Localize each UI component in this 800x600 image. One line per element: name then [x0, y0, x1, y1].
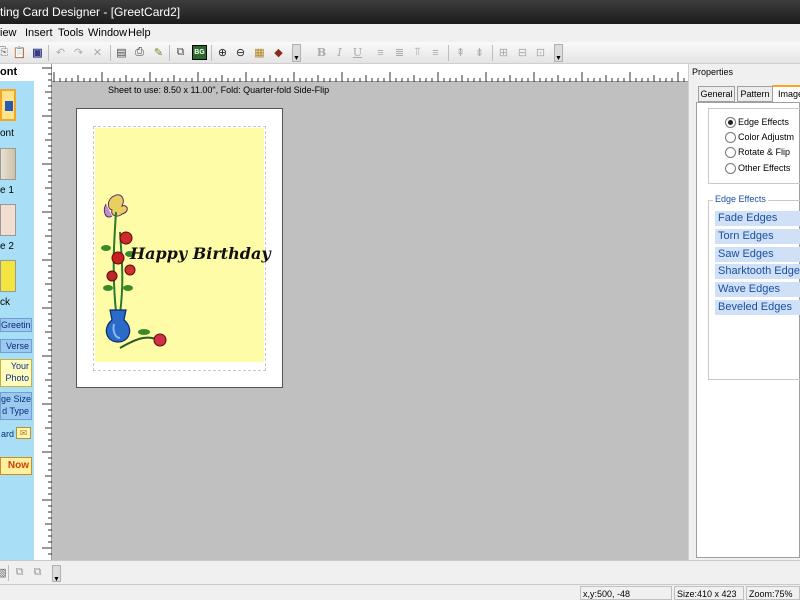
effect-torn-edges[interactable]: Torn Edges	[715, 229, 800, 244]
add-photo-line1: Your	[10, 361, 29, 371]
underline-icon[interactable]: U	[350, 45, 365, 60]
status-coordinates: x,y:500, -48	[580, 586, 672, 600]
menu-window[interactable]: Window	[88, 24, 127, 42]
page-thumb-back[interactable]	[0, 260, 16, 292]
envelope-icon: ✉	[16, 427, 31, 439]
window-title: ting Card Designer - [GreetCard2]	[0, 5, 181, 19]
status-size: Size:410 x 423	[674, 586, 744, 600]
toolbar-separator	[8, 565, 9, 581]
add-photo-line2: Photo	[5, 373, 29, 383]
add-photo-button[interactable]: Your Photo	[0, 359, 32, 387]
effect-sharktooth-edges[interactable]: Sharktooth Edges	[715, 264, 800, 279]
page-thumb-page2[interactable]	[0, 204, 16, 236]
page-thumb-front[interactable]	[0, 89, 16, 121]
page-label-page1: e 1	[0, 185, 14, 196]
toolbar-separator	[448, 45, 449, 61]
edge-effects-group-label: Edge Effects	[713, 194, 768, 204]
horizontal-ruler-ticks	[53, 72, 685, 82]
vertical-ruler-ticks	[42, 67, 52, 555]
main-toolbar: ⎘ 📋 ▣ ↶ ↷ ✕ ▤ ⎙ ✎ ⧉ BG ⊕ ⊖ ▦ ◆ ▼ B I U ≡…	[0, 42, 800, 64]
toolbar-overflow-button[interactable]: ▼	[292, 44, 301, 62]
tab-image[interactable]: Image	[772, 85, 800, 103]
paste-page-icon[interactable]: ⧉	[30, 565, 45, 580]
align-left-icon[interactable]: ≡	[373, 45, 388, 60]
menu-tools[interactable]: Tools	[58, 24, 84, 42]
menu-help[interactable]: Help	[128, 24, 151, 42]
page-label-page2: e 2	[0, 241, 14, 252]
add-greeting-button[interactable]: Greeting	[0, 318, 32, 332]
italic-icon[interactable]: I	[332, 45, 347, 60]
toolbar-overflow-button-2[interactable]: ▼	[554, 44, 563, 62]
print-now-button[interactable]: Now	[0, 457, 32, 475]
vertical-ruler	[34, 64, 52, 560]
flower-vase-image[interactable]	[100, 192, 172, 356]
delete-icon[interactable]: ✕	[90, 45, 105, 60]
toolbar-separator	[169, 45, 170, 61]
send-card-label: ard	[1, 429, 15, 439]
menu-insert[interactable]: Insert	[25, 24, 53, 42]
menu-bar: iew Insert Tools Window Help	[0, 24, 800, 42]
align-top-icon[interactable]: ⫪	[410, 45, 425, 60]
menu-view[interactable]: iew	[0, 24, 17, 42]
undo-icon[interactable]: ↶	[53, 45, 68, 60]
page-panel-header: ont	[0, 64, 34, 81]
status-zoom: Zoom:75%	[746, 586, 800, 600]
greeting-text[interactable]: Happy Birthday	[130, 244, 271, 263]
export-icon[interactable]: ⧉	[173, 45, 188, 60]
bottom-toolbar-overflow-button[interactable]: ▼	[52, 565, 61, 583]
tab-pattern[interactable]: Pattern	[737, 86, 773, 102]
group-icon[interactable]: ⊞	[496, 45, 511, 60]
tab-general[interactable]: General	[698, 86, 735, 102]
ungroup-icon[interactable]: ⊟	[515, 45, 530, 60]
toolbar-separator	[48, 45, 49, 61]
toolbar-separator	[492, 45, 493, 61]
page-navigator-panel: ont ont e 1 e 2 ck Greeting Verse Your P…	[0, 64, 34, 560]
properties-title: Properties	[692, 67, 734, 77]
edit-icon[interactable]: ✎	[151, 45, 166, 60]
grid-icon[interactable]: ▦	[252, 45, 267, 60]
page-label-back: ck	[0, 297, 10, 308]
title-bar[interactable]: ting Card Designer - [GreetCard2]	[0, 0, 800, 24]
radio-rotate-flip[interactable]: Rotate & Flip	[725, 146, 790, 158]
background-icon[interactable]: BG	[192, 45, 207, 60]
toolbar-separator	[211, 45, 212, 61]
send-back-icon[interactable]: ⇟	[472, 45, 487, 60]
page-size-line2: d Type	[2, 406, 29, 416]
align-center-icon[interactable]: ≣	[392, 45, 407, 60]
book-icon[interactable]: ◆	[271, 45, 286, 60]
arrange-icon[interactable]: ⊡	[533, 45, 548, 60]
copy-icon[interactable]: ⎘	[0, 45, 11, 60]
effect-wave-edges[interactable]: Wave Edges	[715, 282, 800, 297]
paste-icon[interactable]: 📋	[12, 45, 27, 60]
effect-beveled-edges[interactable]: Beveled Edges	[715, 300, 800, 315]
page-size-type-button[interactable]: ge Size d Type	[0, 392, 32, 420]
radio-color-adjustment[interactable]: Color Adjustm	[725, 131, 794, 143]
radio-edge-effects[interactable]: Edge Effects	[725, 116, 789, 128]
radio-other-effects[interactable]: Other Effects	[725, 162, 790, 174]
zoom-out-icon[interactable]: ⊖	[233, 45, 248, 60]
bring-front-icon[interactable]: ⇞	[453, 45, 468, 60]
effect-saw-edges[interactable]: Saw Edges	[715, 247, 800, 262]
print-icon[interactable]: ⎙	[132, 45, 147, 60]
bottom-toolbar: ▧ ⧉ ⧉ ▼	[0, 560, 800, 584]
page-label-front: ont	[0, 128, 14, 139]
bold-icon[interactable]: B	[314, 45, 329, 60]
copy-page-icon[interactable]: ⧉	[12, 565, 27, 580]
zoom-in-icon[interactable]: ⊕	[215, 45, 230, 60]
redo-icon[interactable]: ↷	[71, 45, 86, 60]
page-thumb-page1[interactable]	[0, 148, 16, 180]
sheet-info-text: Sheet to use: 8.50 x 11.00", Fold: Quart…	[108, 85, 330, 95]
align-right-icon[interactable]: ≡	[428, 45, 443, 60]
page-size-line1: ge Size	[1, 394, 32, 404]
status-bar: x,y:500, -48 Size:410 x 423 Zoom:75%	[0, 584, 800, 600]
effect-fade-edges[interactable]: Fade Edges	[715, 211, 800, 226]
add-verse-button[interactable]: Verse	[0, 339, 32, 353]
toolbar-separator	[110, 45, 111, 61]
horizontal-ruler	[52, 64, 688, 82]
print-preview-icon[interactable]: ▤	[114, 45, 129, 60]
save-icon[interactable]: ▣	[30, 45, 45, 60]
